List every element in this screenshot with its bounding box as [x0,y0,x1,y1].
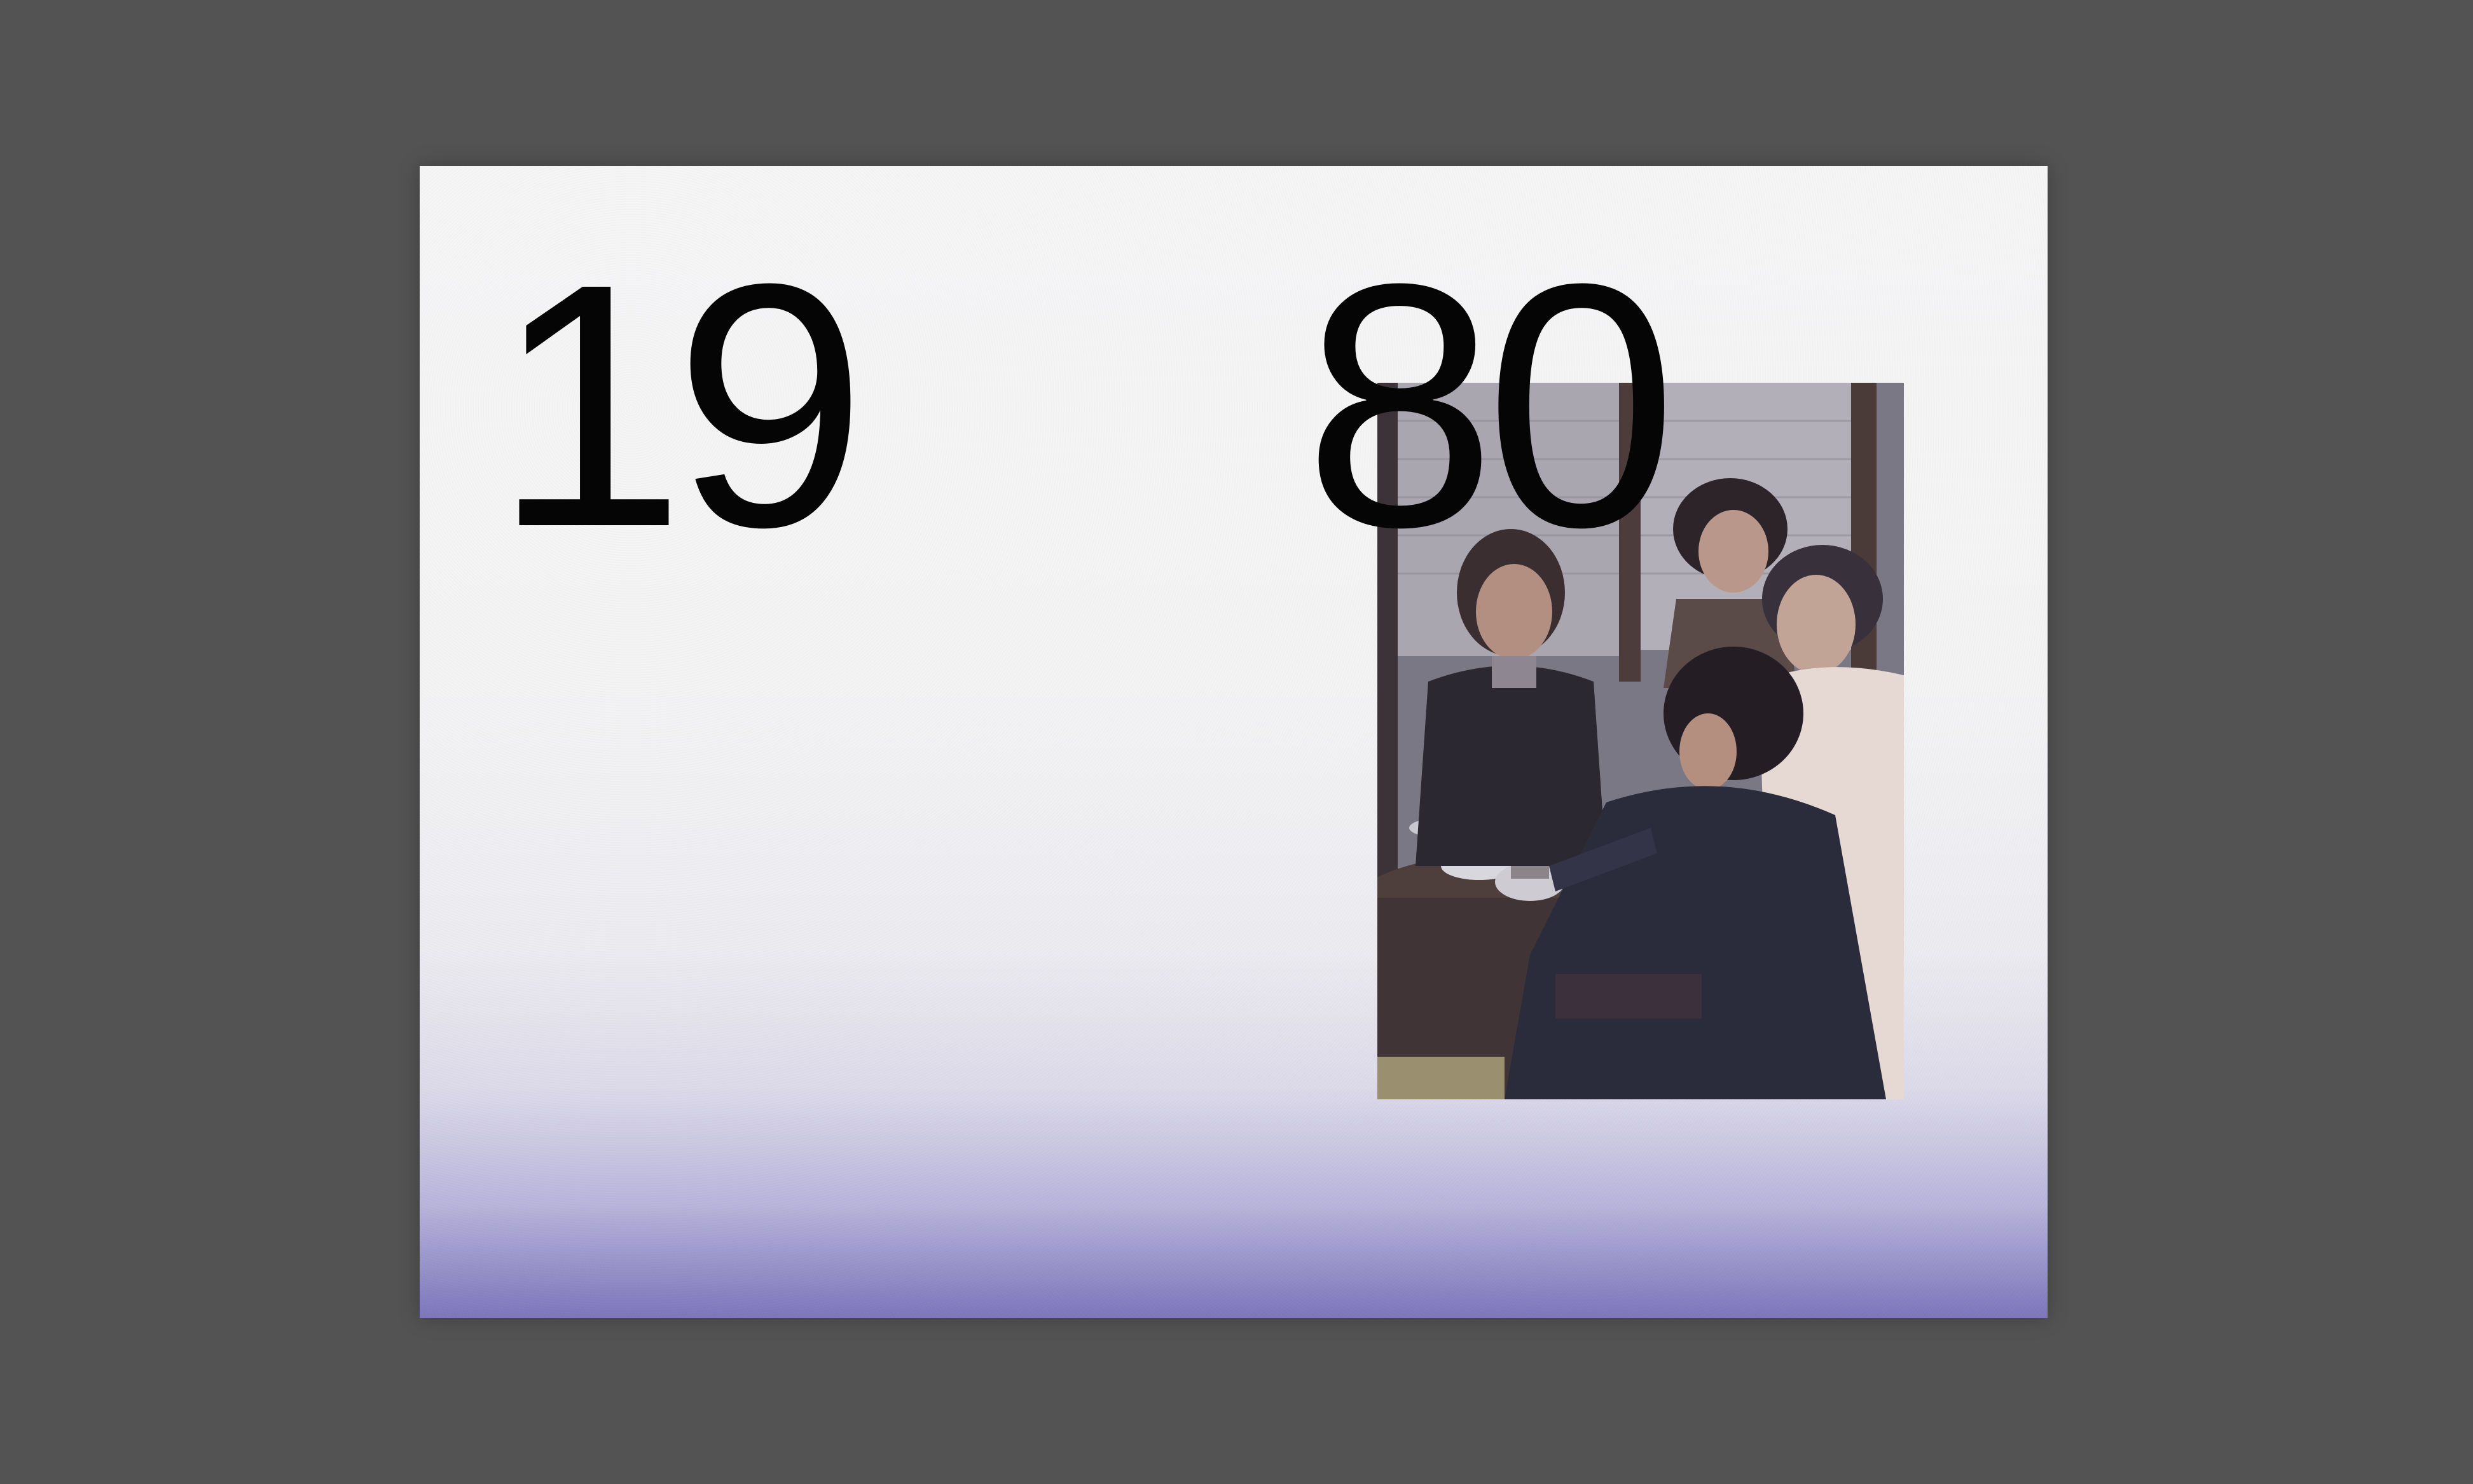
year-numeral-left: 19 [493,212,867,599]
poster-card: 19 80 [420,166,2048,1318]
year-numeral-right: 80 [1304,212,1677,599]
